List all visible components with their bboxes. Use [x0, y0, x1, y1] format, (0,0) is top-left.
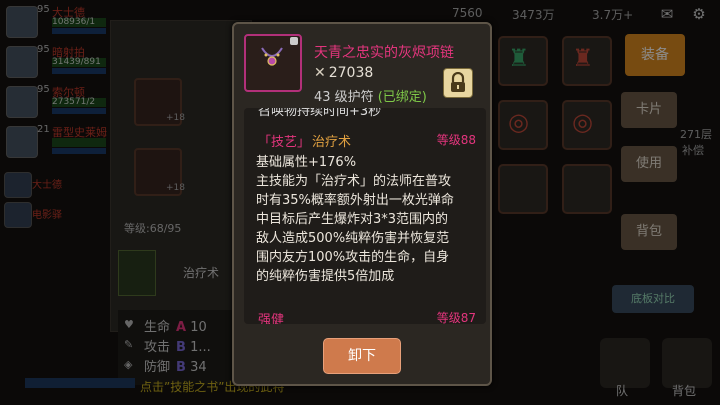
level-text: 43 级护符 — [314, 90, 374, 105]
gem-count: 3473万 — [512, 8, 555, 22]
stat-row: 生命 A 10 — [144, 320, 207, 335]
skill-level: 等级88 — [436, 133, 476, 147]
avatar — [6, 6, 38, 38]
stat-row: 防御 B 34 — [144, 360, 207, 375]
sword-icon: ✎ — [124, 338, 134, 351]
bound-text: (已绑定) — [377, 90, 427, 105]
compare-button[interactable]: 底板对比 — [612, 285, 694, 313]
crossed-swords-icon: ✕ — [314, 65, 326, 81]
exp-bar — [25, 378, 135, 388]
skill2-level: 等级87 — [436, 311, 476, 324]
mp-bar — [52, 148, 106, 154]
gear-icon[interactable]: ⚙ — [690, 5, 708, 23]
party-list: 95 大士德 108936/1 95 暗射拍 31439/891 95 索尔顿 … — [0, 0, 110, 405]
summon-label: 大士德 — [32, 180, 62, 191]
unequip-button[interactable]: 卸下 — [323, 338, 401, 374]
character-level: 等级:68/95 — [124, 222, 182, 235]
avatar — [6, 46, 38, 78]
team-nav-label: 队 — [616, 384, 629, 398]
party-member[interactable]: 21 雷型史莱姆 — [0, 124, 108, 158]
avatar — [6, 86, 38, 118]
equip-slot[interactable] — [562, 164, 612, 214]
bag-tab[interactable]: 背包 — [621, 214, 677, 250]
slot-plus: +18 — [166, 113, 185, 123]
item-level: 43 级护符 (已绑定) — [314, 86, 427, 105]
equip-slot[interactable]: ♜ — [498, 36, 548, 86]
party-member[interactable]: 95 索尔顿 273571/2 — [0, 84, 108, 118]
member-level: 95 — [37, 84, 50, 95]
coin-count: 3.7万+ — [592, 8, 634, 22]
summon-label: 电影驿 — [32, 210, 62, 221]
stat-row: 攻击 B 1... — [144, 340, 211, 355]
necklace-icon — [261, 47, 283, 66]
equip-slot[interactable]: ◎ — [562, 100, 612, 150]
skill-description: 基础属性+176% 主技能为「治疗术」的法师在普攻 时有35%概率额外射出一枚光… — [256, 155, 454, 284]
mp-bar — [52, 28, 106, 34]
skill2-name: 强健 — [258, 313, 285, 324]
member-level: 95 — [37, 4, 50, 15]
hp-text: 273571/2 — [52, 97, 96, 107]
use-button[interactable]: 使用 — [621, 146, 677, 182]
lock-icon — [451, 71, 465, 92]
bag-nav-label: 背包 — [672, 384, 697, 398]
slot-plus: +18 — [166, 183, 185, 193]
gold-count: 7560 — [452, 6, 483, 20]
party-member[interactable]: 95 大士德 108936/1 — [0, 4, 108, 38]
description-scroll[interactable]: 召唤物持续时间+3秒 「技艺」 治疗术 等级88 基础属性+176% 主技能为「治… — [244, 108, 486, 324]
item-tooltip: 天青之忠实的灰烬项链 ✕ 27038 43 级护符 (已绑定) 召唤物持续时间+3秒… — [232, 22, 492, 386]
lock-icon — [290, 37, 298, 45]
team-nav-button[interactable] — [600, 338, 650, 388]
member-level: 95 — [37, 44, 50, 55]
power-value: 27038 — [328, 65, 374, 81]
party-member[interactable]: 95 暗射拍 31439/891 — [0, 44, 108, 78]
skill-header: 「技艺」 治疗术 — [258, 135, 352, 150]
mp-bar — [52, 68, 106, 74]
item-icon-frame — [244, 34, 302, 92]
skill-book-icon[interactable] — [118, 250, 156, 296]
hp-text: 108936/1 — [52, 17, 96, 27]
summon-icon[interactable] — [4, 202, 32, 228]
mail-icon[interactable]: ✉ — [658, 5, 676, 23]
item-title: 天青之忠实的灰烬项链 — [314, 45, 454, 61]
supplement-text: 补偿 — [682, 144, 704, 157]
member-level: 21 — [37, 124, 50, 135]
card-tab[interactable]: 卡片 — [621, 92, 677, 128]
equip-slot[interactable]: ◎ — [498, 100, 548, 150]
bag-nav-button[interactable] — [662, 338, 712, 388]
skill-name: 治疗术 — [183, 266, 220, 280]
equip-tab[interactable]: 装备 — [625, 34, 685, 76]
summon-icon[interactable] — [4, 172, 32, 198]
attribute-line: 召唤物持续时间+3秒 — [258, 108, 382, 119]
mp-bar — [52, 108, 106, 114]
item-power: ✕ 27038 — [314, 65, 373, 81]
equip-slot[interactable] — [498, 164, 548, 214]
hp-bar — [52, 138, 106, 147]
heart-icon: ♥ — [124, 318, 134, 331]
lock-button[interactable] — [443, 68, 473, 98]
equip-slot[interactable]: ♜ — [562, 36, 612, 86]
stats-panel: ♥ 生命 A 10 ✎ 攻击 B 1... ◈ 防御 B 34 — [118, 310, 233, 385]
layer-count: 271层 — [680, 128, 712, 141]
shield-icon: ◈ — [124, 358, 133, 371]
hp-text: 31439/891 — [52, 57, 101, 67]
avatar — [6, 126, 38, 158]
